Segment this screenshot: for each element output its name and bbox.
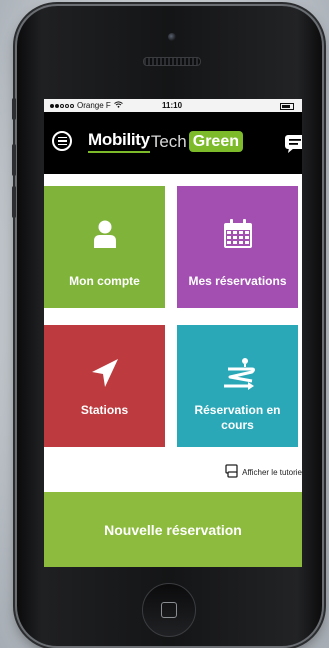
navigation-arrow-icon bbox=[90, 353, 120, 393]
tile-label: Stations bbox=[80, 403, 129, 417]
hamburger-menu-icon[interactable] bbox=[52, 131, 72, 151]
signal-strength-icon bbox=[50, 103, 74, 108]
app-header: Mobility Tech Green bbox=[44, 112, 302, 174]
volume-down-button bbox=[12, 186, 16, 218]
battery-icon bbox=[280, 103, 294, 110]
chat-bubble-icon[interactable] bbox=[284, 133, 302, 160]
tile-label: Mon compte bbox=[69, 274, 140, 288]
status-time: 11:10 bbox=[162, 101, 183, 110]
app-logo: Mobility Tech Green bbox=[88, 130, 243, 153]
new-reservation-label: Nouvelle réservation bbox=[104, 521, 242, 538]
tutorial-icon bbox=[225, 464, 239, 480]
home-button[interactable] bbox=[142, 583, 196, 637]
logo-tech: Tech bbox=[150, 131, 187, 151]
mute-switch bbox=[12, 98, 16, 120]
earpiece-speaker bbox=[143, 57, 201, 66]
logo-green: Green bbox=[188, 131, 243, 152]
logo-mobility: Mobility bbox=[88, 130, 150, 153]
calendar-icon bbox=[222, 214, 254, 254]
route-icon bbox=[218, 353, 258, 393]
tile-mon-compte[interactable]: Mon compte bbox=[44, 186, 165, 308]
tile-mes-reservations[interactable]: Mes réservations bbox=[177, 186, 298, 308]
user-icon bbox=[93, 214, 117, 254]
tile-stations[interactable]: Stations bbox=[44, 325, 165, 447]
carrier-name: Orange F bbox=[77, 101, 111, 110]
tile-reservation-en-cours[interactable]: Réservation en cours bbox=[177, 325, 298, 447]
tile-label: Mes réservations bbox=[188, 274, 287, 288]
show-tutorial-link[interactable]: Afficher le tutorie bbox=[225, 464, 302, 480]
new-reservation-button[interactable]: Nouvelle réservation bbox=[44, 492, 302, 567]
tutorial-label: Afficher le tutorie bbox=[242, 467, 302, 477]
volume-up-button bbox=[12, 144, 16, 176]
app-screen: Orange F 11:10 Mobility Tech Green Mon c… bbox=[44, 99, 302, 567]
status-bar: Orange F 11:10 bbox=[44, 99, 302, 112]
front-camera bbox=[168, 33, 176, 41]
tile-label: Réservation en cours bbox=[194, 403, 281, 432]
wifi-icon bbox=[113, 99, 123, 112]
